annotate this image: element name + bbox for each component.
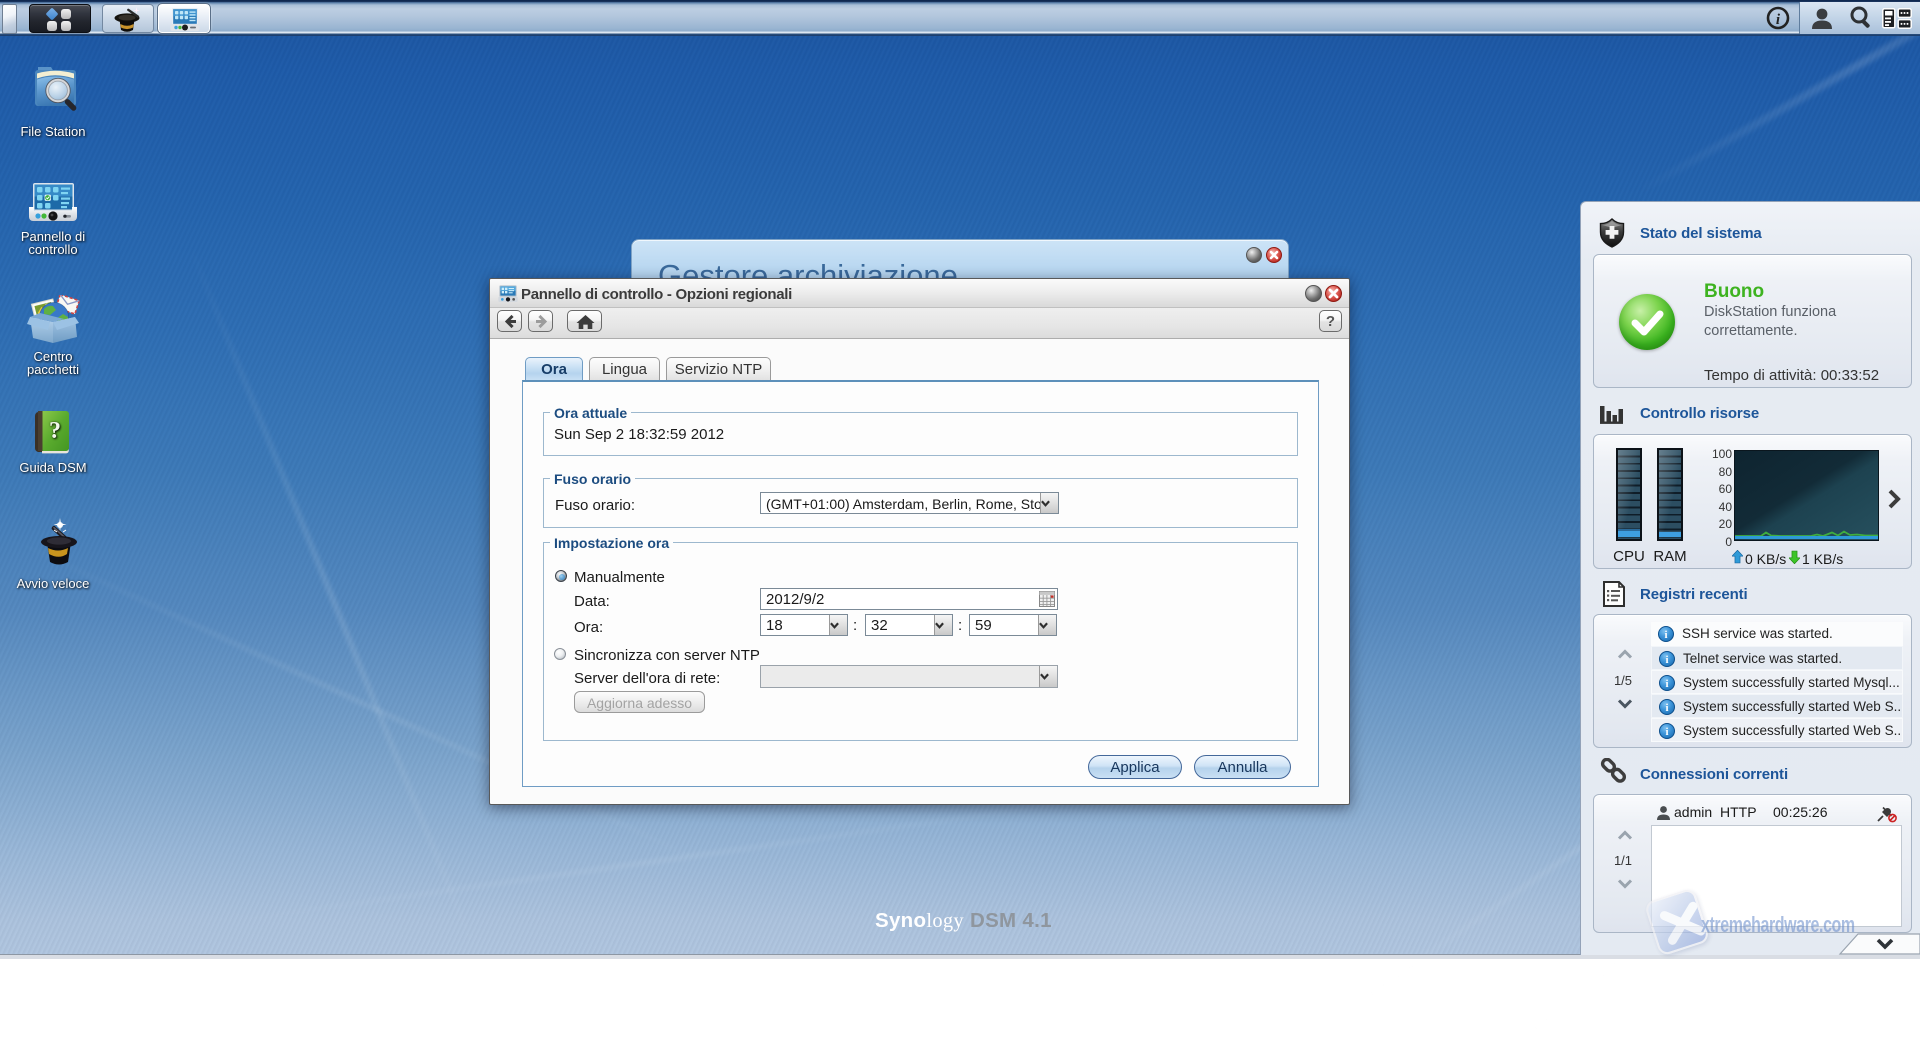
svg-text:i: i: [1776, 12, 1781, 28]
svg-text:?: ?: [49, 418, 61, 444]
